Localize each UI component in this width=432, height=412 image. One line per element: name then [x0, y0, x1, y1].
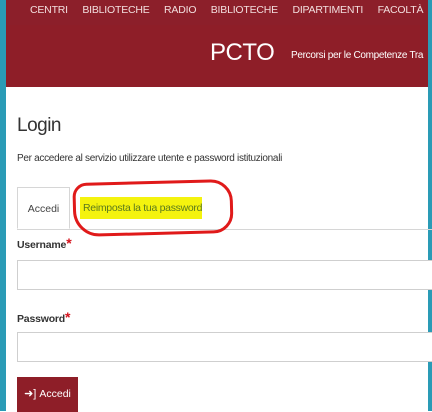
username-label: Username*: [17, 235, 72, 251]
site-subtitle: Percorsi per le Competenze Tra: [291, 50, 424, 61]
accedi-button[interactable]: ➜] Accedi: [17, 377, 78, 412]
password-label-text: Password: [17, 313, 66, 325]
site-title[interactable]: PCTO: [210, 39, 275, 67]
nav-item-radio[interactable]: RADIO: [164, 4, 196, 16]
nav-item-biblioteche[interactable]: BIBLIOTECHE: [82, 4, 149, 16]
login-intro-text: Per accedere al servizio utilizzare uten…: [17, 153, 283, 164]
nav-item-dipartimenti[interactable]: DIPARTIMENTI: [292, 4, 363, 16]
username-field[interactable]: [17, 260, 432, 290]
red-annotation-circle: [72, 178, 234, 238]
required-marker: *: [65, 309, 71, 325]
username-label-text: Username: [17, 239, 67, 251]
nav-item-facolta[interactable]: FACOLTÀ: [378, 4, 424, 16]
password-field[interactable]: [17, 332, 432, 362]
site-header: PCTO Percorsi per le Competenze Tra: [6, 25, 428, 87]
sign-in-icon: ➜]: [24, 388, 37, 400]
top-navigation: CENTRI BIBLIOTECHE RADIO BIBLIOTECHE DIP…: [6, 0, 428, 25]
page-title: Login: [17, 115, 62, 136]
nav-item-centri[interactable]: CENTRI: [30, 4, 68, 16]
nav-item-biblioteche-2[interactable]: BIBLIOTECHE: [211, 4, 278, 16]
accedi-button-label: Accedi: [39, 388, 71, 400]
required-marker: *: [66, 235, 72, 251]
password-label: Password*: [17, 309, 70, 325]
tab-accedi[interactable]: Accedi: [17, 187, 70, 229]
